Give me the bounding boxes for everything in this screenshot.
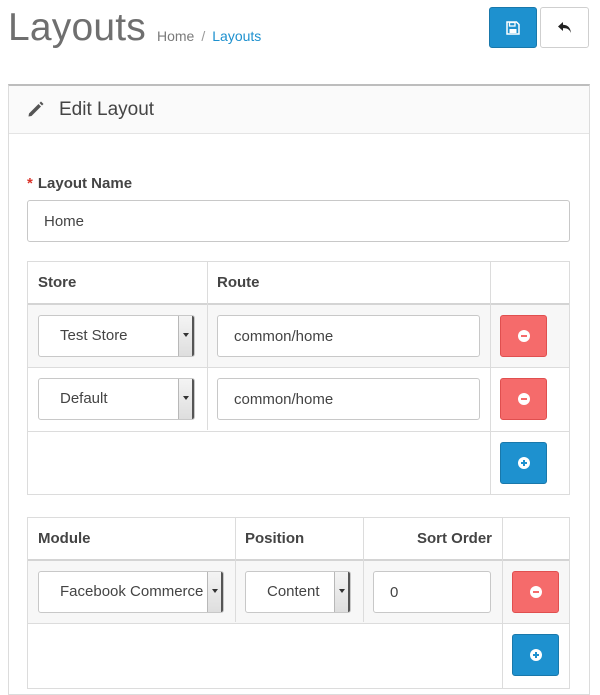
save-icon (506, 20, 520, 35)
breadcrumb: Home / Layouts (157, 28, 261, 44)
position-select-value: Content (267, 583, 320, 600)
minus-circle-icon (517, 393, 530, 405)
module-select[interactable]: Facebook Commerce (38, 571, 224, 613)
sort-order-input[interactable] (373, 571, 491, 613)
modules-table: Module Position Sort Order Facebook Comm… (27, 517, 570, 689)
route-column-header: Route (217, 274, 260, 291)
module-select-value: Facebook Commerce (60, 583, 204, 600)
plus-circle-icon (517, 457, 530, 469)
panel-heading: Edit Layout (9, 86, 589, 134)
chevron-down-icon (178, 316, 194, 356)
remove-module-button[interactable] (512, 571, 559, 613)
store-select-value: Test Store (60, 327, 128, 344)
store-select[interactable]: Default (38, 378, 195, 420)
module-column-header: Module (38, 530, 91, 547)
reply-icon (557, 21, 571, 33)
layout-name-input[interactable] (27, 200, 570, 242)
add-route-button[interactable] (500, 442, 547, 484)
chevron-down-icon (207, 572, 223, 612)
required-marker: * (27, 175, 33, 192)
route-input[interactable] (217, 315, 480, 357)
breadcrumb-layouts-link[interactable]: Layouts (212, 28, 261, 44)
layout-name-label-text: Layout Name (37, 175, 133, 192)
position-select[interactable]: Content (245, 571, 351, 613)
pencil-icon (28, 101, 44, 117)
store-select-value: Default (60, 390, 108, 407)
panel-title: Edit Layout (59, 99, 155, 120)
add-module-button[interactable] (512, 634, 559, 676)
page-title: Layouts (8, 6, 146, 49)
layout-name-label: * Layout Name (27, 175, 132, 192)
route-input[interactable] (217, 378, 480, 420)
minus-circle-icon (529, 586, 542, 598)
routes-table: Store Route Test Store Default (27, 261, 570, 495)
breadcrumb-separator: / (201, 28, 206, 44)
store-select[interactable]: Test Store (38, 315, 195, 357)
sort-order-column-header: Sort Order (416, 530, 492, 547)
remove-route-button[interactable] (500, 315, 547, 357)
position-column-header: Position (245, 530, 305, 547)
edit-layout-panel: Edit Layout *Layout Name Store Route Tes… (8, 84, 590, 695)
plus-circle-icon (529, 649, 542, 661)
minus-circle-icon (517, 330, 530, 342)
breadcrumb-home-link[interactable]: Home (157, 28, 194, 44)
back-button[interactable] (540, 7, 589, 48)
store-column-header: Store (38, 274, 77, 291)
chevron-down-icon (334, 572, 350, 612)
save-button[interactable] (489, 7, 537, 48)
remove-route-button[interactable] (500, 378, 547, 420)
chevron-down-icon (178, 379, 194, 419)
